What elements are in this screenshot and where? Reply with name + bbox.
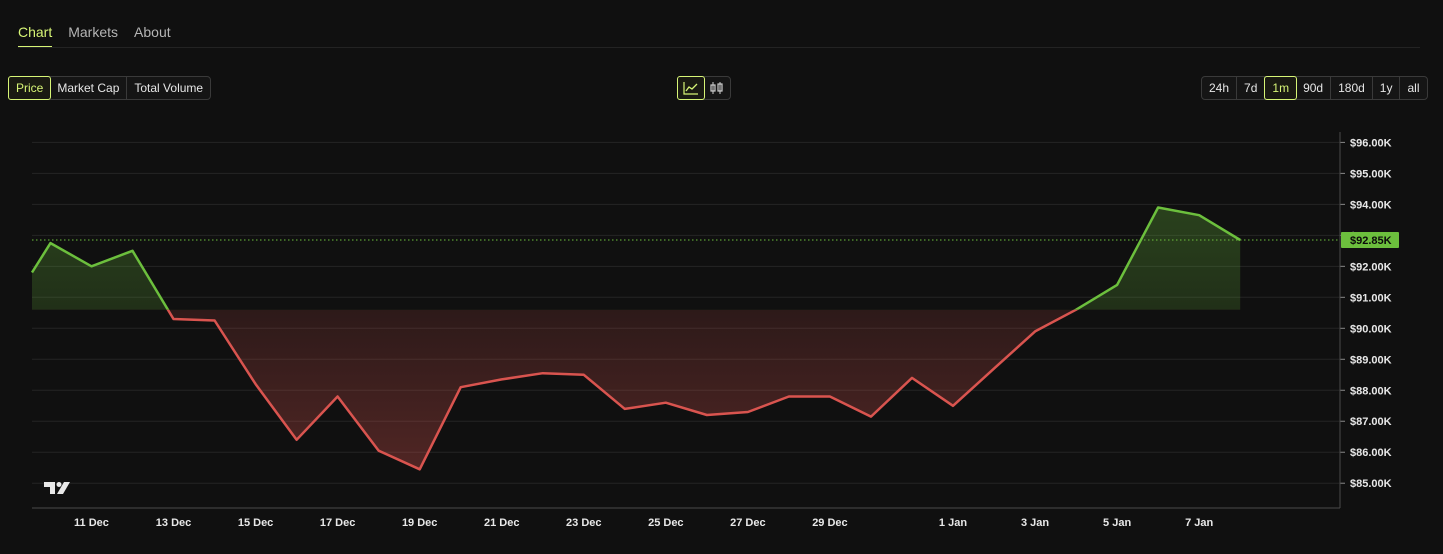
y-tick-label-7: $89.00K: [1350, 354, 1392, 366]
range-7d-button[interactable]: 7d: [1237, 77, 1266, 99]
market-cap-button[interactable]: Market Cap: [50, 77, 128, 99]
x-tick-label-1: 13 Dec: [156, 517, 191, 529]
y-tick-label-5: $91.00K: [1350, 292, 1392, 304]
y-tick-label-10: $86.00K: [1350, 447, 1392, 459]
metric-selector: Price Market Cap Total Volume: [8, 76, 212, 100]
y-tick-label-1: $95.00K: [1350, 168, 1392, 180]
tab-markets[interactable]: Markets: [68, 24, 118, 48]
tab-divider: [18, 47, 1420, 48]
x-tick-label-7: 25 Dec: [648, 517, 683, 529]
y-tick-label-2: $94.00K: [1350, 199, 1392, 211]
candlestick-button[interactable]: [704, 77, 730, 99]
y-tick-label-11: $85.00K: [1350, 478, 1392, 490]
y-tick-label-6: $90.00K: [1350, 323, 1392, 335]
line-chart-button[interactable]: [677, 76, 705, 100]
chart-type-selector: [677, 76, 731, 100]
area-fill: [32, 207, 1241, 470]
tradingview-logo-icon: [44, 482, 70, 494]
line-chart-icon: [683, 82, 698, 95]
tab-bar: Chart Markets About: [18, 24, 187, 48]
price-chart[interactable]: $96.00K$95.00K$94.00K$93.00K$92.00K$91.0…: [0, 130, 1443, 540]
x-tick-label-0: 11 Dec: [74, 517, 109, 529]
y-tick-label-4: $92.00K: [1350, 261, 1392, 273]
x-tick-label-4: 19 Dec: [402, 517, 437, 529]
range-180d-button[interactable]: 180d: [1331, 77, 1373, 99]
x-tick-label-2: 15 Dec: [238, 517, 273, 529]
y-tick-label-9: $87.00K: [1350, 416, 1392, 428]
x-tick-label-10: 1 Jan: [939, 517, 967, 529]
range-90d-button[interactable]: 90d: [1296, 77, 1332, 99]
x-tick-label-9: 29 Dec: [812, 517, 847, 529]
range-all-button[interactable]: all: [1400, 77, 1426, 99]
current-price-label: $92.85K: [1350, 235, 1392, 247]
y-tick-label-8: $88.00K: [1350, 385, 1392, 397]
y-tick-label-0: $96.00K: [1350, 137, 1392, 149]
range-24h-button[interactable]: 24h: [1202, 77, 1238, 99]
x-tick-label-8: 27 Dec: [730, 517, 765, 529]
x-tick-label-13: 7 Jan: [1185, 517, 1213, 529]
x-tick-label-11: 3 Jan: [1021, 517, 1049, 529]
x-tick-label-5: 21 Dec: [484, 517, 519, 529]
x-tick-label-6: 23 Dec: [566, 517, 601, 529]
range-1y-button[interactable]: 1y: [1373, 77, 1401, 99]
x-tick-label-12: 5 Jan: [1103, 517, 1131, 529]
x-tick-label-3: 17 Dec: [320, 517, 355, 529]
candlestick-icon: [710, 82, 723, 94]
total-volume-button[interactable]: Total Volume: [127, 77, 210, 99]
range-1m-button[interactable]: 1m: [1264, 76, 1298, 100]
price-button[interactable]: Price: [8, 76, 52, 100]
tab-chart[interactable]: Chart: [18, 24, 53, 48]
tab-about[interactable]: About: [134, 24, 171, 48]
time-range-selector: 24h 7d 1m 90d 180d 1y all: [1201, 76, 1428, 100]
area-below-baseline: [167, 309, 1077, 470]
